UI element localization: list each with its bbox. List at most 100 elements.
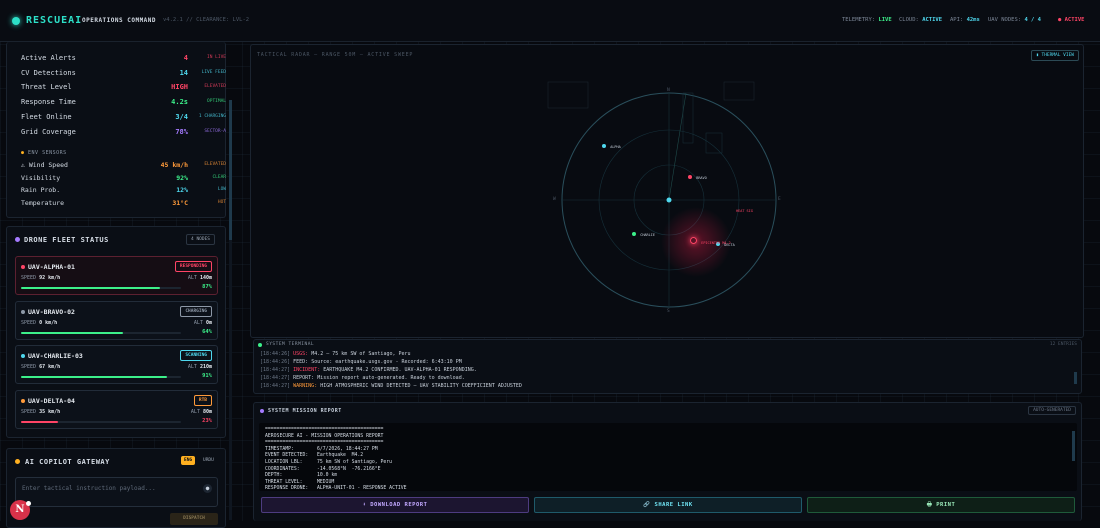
env-label: Rain Prob. (21, 186, 61, 194)
download-report-button[interactable]: ⬇ DOWNLOAD REPORT (261, 497, 529, 513)
env-value: 12% (176, 186, 188, 194)
metric-value: 78% (175, 127, 188, 136)
metric-row: Threat Level HIGH ELEVATED (21, 83, 226, 95)
instruction-placeholder: Enter tactical instruction payload... (22, 485, 156, 492)
metrics-panel: Active Alerts 4 IN LIVE CV Detections 14 … (6, 42, 226, 218)
drone-battery-bar (21, 376, 181, 378)
terminal-entry-count: 12 ENTRIES (1049, 342, 1077, 347)
active-indicator: ● ACTIVE (1058, 17, 1085, 23)
metric-label: Threat Level (21, 83, 72, 92)
drone-name: UAV-DELTA-04 (28, 396, 75, 405)
print-button[interactable]: 🖶 PRINT (807, 497, 1075, 513)
env-label: ⚠ Wind Speed (21, 161, 68, 169)
drone-speed: SPEED 92 km/h (21, 275, 61, 281)
report-line: AEROSECURE AI - MISSION OPERATIONS REPOR… (265, 433, 384, 439)
instruction-input[interactable]: Enter tactical instruction payload... ● (15, 477, 218, 507)
env-tag: LOW (217, 187, 226, 192)
metric-row: CV Detections 14 LIVE FEED (21, 69, 226, 81)
drone-marker-alpha[interactable]: ALPHA (602, 142, 621, 150)
copilot-icon (15, 459, 20, 464)
lang-eng-toggle[interactable]: ENG (181, 456, 196, 465)
drone-status-dot (21, 265, 25, 269)
metric-value: 3/4 (175, 112, 188, 121)
terminal-scrollbar[interactable] (1074, 372, 1077, 384)
drone-battery-pct: 87% (202, 284, 212, 290)
report-line: RESPONSE DRONE: ALPHA-UNIT-01 - RESPONSE… (265, 486, 407, 491)
lang-urdu-toggle[interactable]: URDU (200, 456, 217, 465)
terminal-line: [18:44:26] FEED: Source: earthquake.usgs… (260, 359, 462, 365)
drone-card[interactable]: UAV-ALPHA-01 RESPONDING SPEED 92 km/h AL… (15, 256, 218, 295)
fleet-count-badge: 4 NODES (186, 234, 215, 245)
dispatch-button[interactable]: DISPATCH (170, 513, 218, 525)
radar-info-box (547, 81, 589, 109)
env-sensors-heading: ● ENV SENSORS (21, 150, 67, 156)
drone-card[interactable]: UAV-CHARLIE-03 SCANNING SPEED 67 km/h AL… (15, 345, 218, 384)
drone-marker-bravo[interactable]: BRAVO (688, 173, 707, 181)
drone-battery-pct: 91% (202, 373, 212, 379)
drone-fleet-panel: DRONE FLEET STATUS 4 NODES UAV-ALPHA-01 … (6, 226, 226, 438)
brand-name: RESCUEAI (26, 15, 83, 26)
metric-value: 4 (183, 54, 188, 62)
metric-tag: OPTIMAL (207, 99, 226, 105)
version-label: v4.2.1 // CLEARANCE: LVL-2 (163, 17, 250, 23)
radar-block (682, 92, 694, 144)
cloud-status: CLOUD: ACTIVE (899, 17, 943, 23)
env-tag: ELEVATED (204, 162, 226, 167)
api-status: API: 42ms (950, 17, 980, 23)
uav-nodes-status: UAV NODES: 4 / 4 (988, 17, 1041, 23)
env-label: Temperature (21, 198, 65, 207)
report-line: DEPTH: 10.0 km (265, 473, 338, 479)
sidebar-scrollbar[interactable] (229, 100, 232, 520)
drone-card[interactable]: UAV-DELTA-04 RTB SPEED 35 km/h ALT 80m 2… (15, 389, 218, 429)
drone-name: UAV-CHARLIE-03 (28, 352, 83, 360)
metric-tag: 1 CHARGING (198, 113, 226, 119)
avatar-status-dot (26, 501, 31, 506)
radar-block (705, 132, 723, 154)
incident-marker[interactable]: EPICENTER M4.2 (690, 237, 731, 246)
report-line: ========================================… (265, 440, 384, 446)
drone-status-dot (21, 398, 25, 403)
radar-south-label: S (667, 309, 670, 314)
metric-label: Response Time (21, 98, 76, 107)
drone-battery-pct: 64% (202, 328, 212, 335)
radar-north-label: N (667, 88, 670, 93)
metric-label: Active Alerts (21, 54, 76, 62)
report-line: THREAT LEVEL: MEDIUM (265, 479, 335, 485)
radar-east-label: E (778, 197, 781, 202)
tactical-radar-panel: TACTICAL RADAR — RANGE 50M — ACTIVE SWEE… (250, 44, 1084, 338)
env-value: 31°C (172, 198, 188, 207)
report-icon (260, 409, 264, 413)
drone-card[interactable]: UAV-BRAVO-02 CHARGING SPEED 0 km/h ALT 0… (15, 300, 218, 340)
top-header: RESCUEAI OPERATIONS COMMAND v4.2.1 // CL… (0, 0, 1100, 42)
report-scrollbar[interactable] (1072, 431, 1075, 461)
system-terminal-panel: SYSTEM TERMINAL 12 ENTRIES [18:44:26] US… (253, 339, 1082, 394)
heat-sig-label: HEAT SIG (736, 209, 753, 213)
radar-sweep-line (668, 92, 687, 201)
auto-generated-badge: AUTO-GENERATED (1028, 406, 1076, 415)
env-value: 92% (176, 173, 188, 182)
drone-marker-charlie[interactable]: CHARLIE (632, 230, 655, 238)
report-line: LOCATION LBL: 75 km SW of Santiago, Peru (265, 460, 393, 465)
env-row: Temperature 31°C HOT (21, 199, 226, 211)
drone-status-badge: CHARGING (180, 305, 212, 317)
drone-battery-pct: 23% (202, 417, 212, 424)
microphone-icon[interactable]: ● (203, 484, 212, 493)
drone-name: UAV-ALPHA-01 (28, 263, 75, 271)
drone-altitude: ALT 140m (187, 275, 212, 281)
drone-speed: SPEED 0 km/h (21, 319, 58, 326)
radar-west-label: W (553, 197, 556, 202)
terminal-line: [18:44:27] REPORT: Mission report auto-g… (260, 375, 465, 381)
drone-name: UAV-BRAVO-02 (28, 307, 75, 316)
drone-status-dot (21, 354, 25, 358)
metric-row: Fleet Online 3/4 1 CHARGING (21, 113, 226, 125)
metric-value: 14 (179, 68, 188, 77)
env-row: Visibility 92% CLEAR (21, 174, 226, 186)
drone-status-badge: SCANNING (180, 350, 212, 361)
radar-info-box (723, 81, 755, 101)
sidebar-scroll-thumb[interactable] (229, 100, 232, 240)
radar-center-node (666, 197, 672, 203)
env-row: Rain Prob. 12% LOW (21, 186, 226, 198)
metric-tag: LIVE FEED (201, 69, 226, 75)
drone-altitude: ALT 0m (193, 319, 212, 326)
share-link-button[interactable]: 🔗 SHARE LINK (534, 497, 802, 513)
